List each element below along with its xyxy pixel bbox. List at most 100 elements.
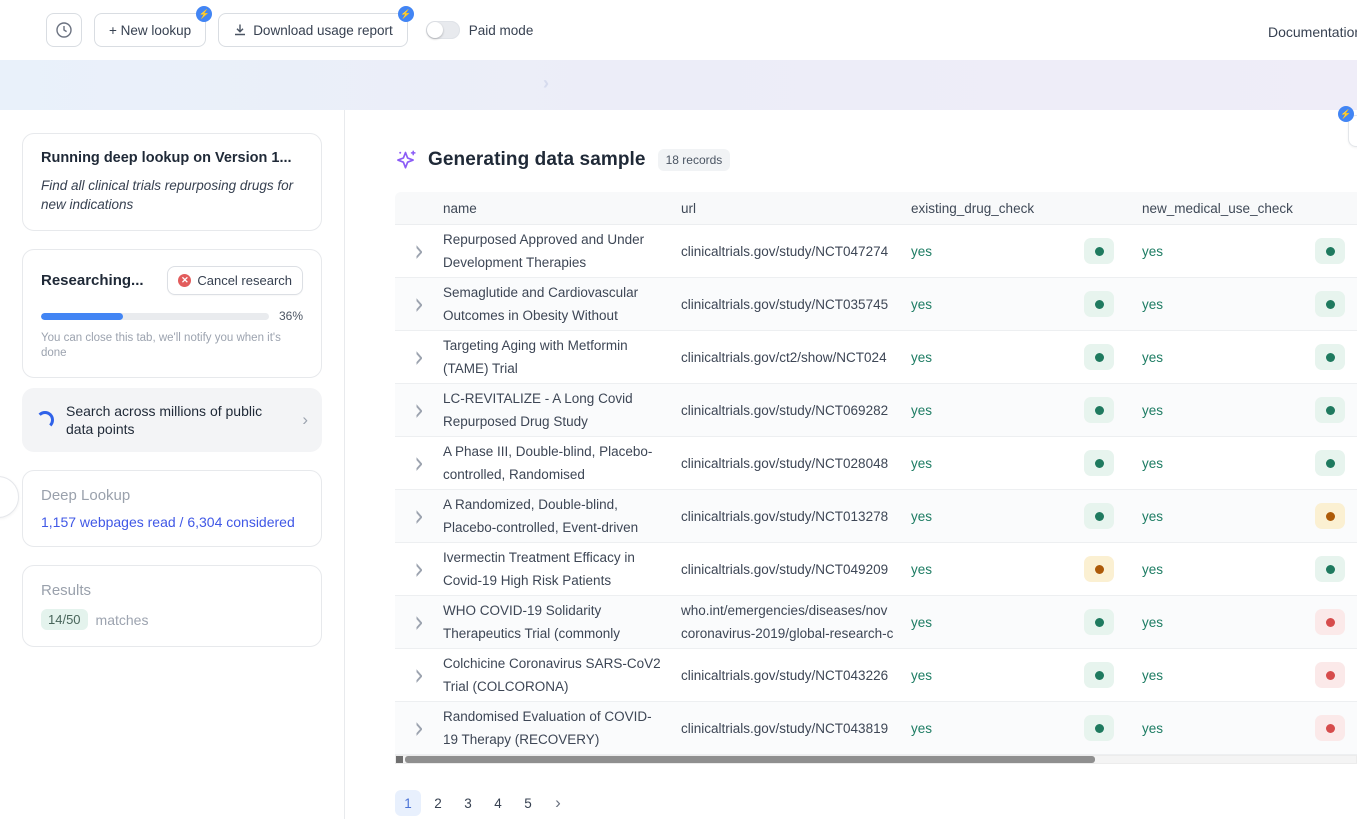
lightning-badge-icon: ⚡ <box>1338 106 1354 122</box>
paid-mode-label: Paid mode <box>469 23 534 38</box>
cell-new-medical-use-check: yes <box>1142 291 1357 317</box>
cell-new-medical-use-check: yes <box>1142 609 1357 635</box>
lightning-badge-icon: ⚡ <box>398 6 414 22</box>
row-expand-chevron-icon[interactable]: › <box>414 345 424 370</box>
status-dot-icon <box>1095 247 1104 256</box>
row-expand-chevron-icon[interactable]: › <box>414 610 424 635</box>
status-dot-icon <box>1095 459 1104 468</box>
documentation-link[interactable]: Documentation <box>1268 24 1357 40</box>
new-medical-use-check-value: yes <box>1142 456 1163 471</box>
lightning-badge-icon: ⚡ <box>196 6 212 22</box>
research-note: You can close this tab, we'll notify you… <box>41 331 303 361</box>
search-data-points-panel[interactable]: Search across millions of public data po… <box>22 388 322 452</box>
trial-url-text: clinicaltrials.gov/study/NCT013278 <box>681 505 911 528</box>
new-medical-use-check-value: yes <box>1142 350 1163 365</box>
existing-drug-status-badge <box>1084 238 1114 264</box>
status-dot-icon <box>1095 300 1104 309</box>
row-expand-chevron-icon[interactable]: › <box>414 716 424 741</box>
table-row: › Colchicine Coronavirus SARS-CoV2 Trial… <box>395 649 1357 702</box>
cell-existing-drug-check: yes <box>911 238 1142 264</box>
cell-url: who.int/emergencies/diseases/nov coronav… <box>681 599 911 645</box>
page-button-2[interactable]: 2 <box>425 790 451 816</box>
status-dot-icon <box>1326 565 1335 574</box>
ai-sparkle-icon <box>395 148 419 172</box>
new-medical-use-status-badge <box>1315 556 1345 582</box>
cell-existing-drug-check: yes <box>911 556 1142 582</box>
existing-drug-status-badge <box>1084 503 1114 529</box>
status-dot-icon <box>1326 671 1335 680</box>
row-expand-chevron-icon[interactable]: › <box>414 504 424 529</box>
new-medical-use-status-badge <box>1315 291 1345 317</box>
cancel-research-button[interactable]: ✕ Cancel research <box>167 266 303 295</box>
existing-drug-check-value: yes <box>911 721 932 736</box>
status-dot-icon <box>1095 671 1104 680</box>
lookup-card: Running deep lookup on Version 1... Find… <box>22 133 322 231</box>
existing-drug-status-badge <box>1084 609 1114 635</box>
trial-url-text: clinicaltrials.gov/study/NCT069282 <box>681 399 911 422</box>
scrollbar-thumb[interactable] <box>405 756 1095 763</box>
row-expand-chevron-icon[interactable]: › <box>414 292 424 317</box>
status-dot-icon <box>1326 406 1335 415</box>
download-usage-report-button[interactable]: Download usage report ⚡ <box>218 13 408 47</box>
cell-existing-drug-check: yes <box>911 503 1142 529</box>
lookup-card-prompt: Find all clinical trials repurposing dru… <box>41 176 303 214</box>
new-medical-use-check-value: yes <box>1142 244 1163 259</box>
existing-drug-check-value: yes <box>911 456 932 471</box>
history-button[interactable] <box>46 13 82 47</box>
page-button-3[interactable]: 3 <box>455 790 481 816</box>
horizontal-scrollbar[interactable] <box>395 755 1357 764</box>
status-dot-icon <box>1326 618 1335 627</box>
new-lookup-button[interactable]: + New lookup ⚡ <box>94 13 206 47</box>
cell-existing-drug-check: yes <box>911 397 1142 423</box>
search-panel-text: Search across millions of public data po… <box>66 402 290 438</box>
toggle-knob <box>427 22 443 38</box>
trial-url-text: clinicaltrials.gov/ct2/show/NCT024 <box>681 346 911 369</box>
page-button-1[interactable]: 1 <box>395 790 421 816</box>
page-title: Generating data sample <box>428 149 646 171</box>
row-expand-chevron-icon[interactable]: › <box>414 398 424 423</box>
new-medical-use-status-badge <box>1315 662 1345 688</box>
cell-existing-drug-check: yes <box>911 609 1142 635</box>
clock-icon <box>55 21 73 39</box>
existing-drug-status-badge <box>1084 450 1114 476</box>
chevron-left-icon: ‹ <box>0 488 1 506</box>
main-content: Generating data sample 18 records ⚡ name… <box>345 110 1357 819</box>
paid-mode-control: Paid mode <box>426 21 534 39</box>
row-expand-chevron-icon[interactable]: › <box>414 451 424 476</box>
next-page-button[interactable]: › <box>545 790 571 816</box>
page-button-4[interactable]: 4 <box>485 790 511 816</box>
column-header-new_medical_use_check: new_medical_use_check <box>1142 201 1357 216</box>
row-expand-chevron-icon[interactable]: › <box>414 557 424 582</box>
existing-drug-status-badge <box>1084 397 1114 423</box>
new-medical-use-check-value: yes <box>1142 403 1163 418</box>
new-medical-use-check-value: yes <box>1142 297 1163 312</box>
status-dot-icon <box>1326 724 1335 733</box>
sidebar-collapse-button[interactable]: ‹ <box>0 476 19 518</box>
table-header-row: nameurlexisting_drug_checknew_medical_us… <box>395 192 1357 225</box>
table-row: › A Phase III, Double-blind, Placebo-con… <box>395 437 1357 490</box>
cell-url: clinicaltrials.gov/study/NCT049209 <box>681 558 911 581</box>
status-dot-icon <box>1326 353 1335 362</box>
cell-name: A Randomized, Double-blind, Placebo-cont… <box>443 493 681 539</box>
webpages-read-link[interactable]: 1,157 webpages read / 6,304 considered <box>41 514 303 530</box>
cell-url: clinicaltrials.gov/study/NCT069282 <box>681 399 911 422</box>
research-card: Researching... ✕ Cancel research 36% You… <box>22 249 322 378</box>
table-row: › Repurposed Approved and Under Developm… <box>395 225 1357 278</box>
existing-drug-check-value: yes <box>911 297 932 312</box>
table-body: › Repurposed Approved and Under Developm… <box>395 225 1357 755</box>
cell-url: clinicaltrials.gov/study/NCT043226 <box>681 664 911 687</box>
cell-url: clinicaltrials.gov/study/NCT047274 <box>681 240 911 263</box>
column-header-url: url <box>681 201 911 216</box>
status-dot-icon <box>1095 512 1104 521</box>
cell-new-medical-use-check: yes <box>1142 344 1357 370</box>
cell-name: A Phase III, Double-blind, Placebo-contr… <box>443 440 681 486</box>
new-medical-use-check-value: yes <box>1142 668 1163 683</box>
table-row: › LC-REVITALIZE - A Long Covid Repurpose… <box>395 384 1357 437</box>
page-button-5[interactable]: 5 <box>515 790 541 816</box>
row-expand-chevron-icon[interactable]: › <box>414 239 424 264</box>
table-row: › Randomised Evaluation of COVID-19 Ther… <box>395 702 1357 755</box>
banner-chevron-icon: › <box>543 73 549 94</box>
row-expand-chevron-icon[interactable]: › <box>414 663 424 688</box>
results-card: Results 14/50 matches <box>22 565 322 647</box>
paid-mode-toggle[interactable] <box>426 21 460 39</box>
